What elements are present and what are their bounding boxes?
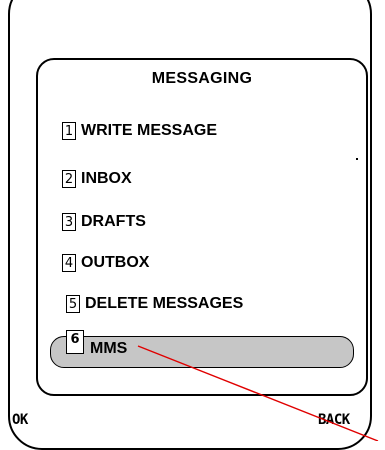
messaging-screen: MESSAGING 1 WRITE MESSAGE 2 INBOX 3 DRAF… — [36, 58, 368, 396]
menu-item-number: 4 — [62, 254, 76, 272]
menu-item-label: INBOX — [81, 170, 132, 187]
menu-item-number: 1 — [62, 122, 76, 140]
menu-item-number: 5 — [66, 295, 80, 313]
menu-item-write-message[interactable]: 1 WRITE MESSAGE — [62, 122, 217, 140]
menu-item-drafts[interactable]: 3 DRAFTS — [62, 213, 146, 231]
screen-title: MESSAGING — [151, 70, 253, 87]
menu-item-outbox[interactable]: 4 OUTBOX — [62, 254, 149, 272]
menu-item-number: 3 — [62, 213, 76, 231]
screen-speck — [356, 158, 358, 160]
menu-item-inbox[interactable]: 2 INBOX — [62, 170, 132, 188]
softkey-back[interactable]: BACK — [318, 412, 350, 428]
menu-item-delete-messages[interactable]: 5 DELETE MESSAGES — [66, 295, 243, 313]
menu-item-label: DELETE MESSAGES — [85, 295, 244, 312]
menu-item-number: 6 — [66, 330, 84, 354]
menu-item-number: 2 — [62, 170, 76, 188]
menu-item-label: MMS — [90, 340, 128, 357]
menu-item-label: DRAFTS — [81, 213, 146, 230]
menu-item-label: OUTBOX — [81, 254, 150, 271]
menu-item-label: WRITE MESSAGE — [81, 122, 218, 139]
softkey-ok[interactable]: OK — [12, 412, 28, 428]
